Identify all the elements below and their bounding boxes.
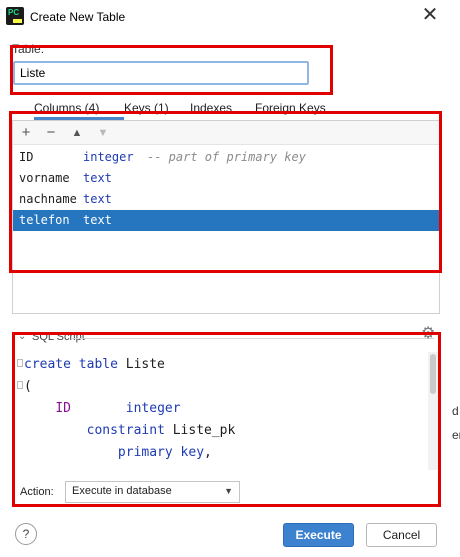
tab-bar: Columns (4) Keys (1) Indexes Foreign Key… — [12, 99, 440, 120]
pycharm-app-icon: PC — [6, 7, 24, 25]
column-row-nachname[interactable]: nachname text — [13, 189, 439, 210]
column-name: vorname — [19, 171, 70, 185]
collapse-chevron-icon[interactable]: ⌄ — [18, 331, 26, 342]
tab-indexes[interactable]: Indexes — [190, 101, 232, 115]
column-row-vorname[interactable]: vorname text — [13, 168, 439, 189]
execute-button[interactable]: Execute — [283, 523, 354, 547]
sql-script-editor[interactable]: create table Liste ( ID integer constrain… — [16, 352, 438, 470]
title-bar: PC Create New Table ✕ — [0, 0, 460, 34]
dialog-title: Create New Table — [30, 10, 126, 24]
sql-code-line: ID integer — [55, 401, 181, 416]
app-icon-text: PC — [8, 8, 20, 17]
move-down-icon[interactable]: ▼ — [93, 123, 113, 143]
column-type: integer — [83, 150, 134, 164]
help-button[interactable]: ? — [15, 523, 37, 545]
column-comment: -- part of primary key — [147, 150, 306, 164]
scrollbar-thumb[interactable] — [430, 354, 436, 394]
sql-code-line: primary key, — [117, 445, 212, 460]
background-text-fragment: d — [452, 404, 459, 418]
chevron-down-icon: ▼ — [224, 486, 233, 496]
sql-code-line: ( — [24, 379, 32, 394]
gear-icon[interactable]: ⚙ — [421, 323, 435, 343]
column-row-telefon[interactable]: telefon text — [13, 210, 439, 231]
close-icon[interactable]: ✕ — [418, 4, 442, 28]
column-type: text — [83, 213, 112, 227]
column-name: telefon — [19, 213, 70, 227]
remove-column-icon[interactable]: − — [41, 123, 61, 143]
action-selected-value: Execute in database — [72, 485, 172, 497]
column-name: nachname — [19, 192, 77, 206]
tab-columns[interactable]: Columns (4) — [34, 101, 99, 115]
sql-scrollbar[interactable] — [428, 352, 438, 470]
column-name: ID — [19, 150, 34, 164]
action-dropdown[interactable]: Execute in database ▼ — [65, 481, 240, 503]
columns-toolbar: + − ▲ ▼ — [13, 121, 439, 145]
separator — [72, 338, 434, 339]
column-type: text — [83, 192, 112, 206]
table-name-label: Table: — [12, 42, 45, 56]
sql-script-title: SQL Script — [32, 331, 85, 343]
column-type: text — [83, 171, 112, 185]
fold-marker-icon[interactable] — [17, 359, 23, 367]
column-row-id[interactable]: ID integer -- part of primary key — [13, 147, 439, 168]
sql-code-line: constraint Liste_pk — [86, 423, 236, 438]
action-label: Action: — [20, 486, 54, 498]
tab-foreign-keys[interactable]: Foreign Keys — [255, 101, 326, 115]
add-column-icon[interactable]: + — [16, 123, 36, 143]
fold-marker-icon[interactable] — [17, 381, 23, 389]
columns-panel: + − ▲ ▼ ID integer -- part of primary ke… — [12, 120, 440, 314]
table-name-input[interactable] — [13, 61, 309, 85]
cancel-button[interactable]: Cancel — [366, 523, 437, 547]
move-up-icon[interactable]: ▲ — [67, 123, 87, 143]
sql-code-line: create table Liste — [24, 357, 165, 372]
sql-script-header: ⌄ SQL Script ⚙ — [12, 325, 440, 347]
tab-keys[interactable]: Keys (1) — [124, 101, 169, 115]
background-text-fragment: er — [452, 428, 460, 442]
